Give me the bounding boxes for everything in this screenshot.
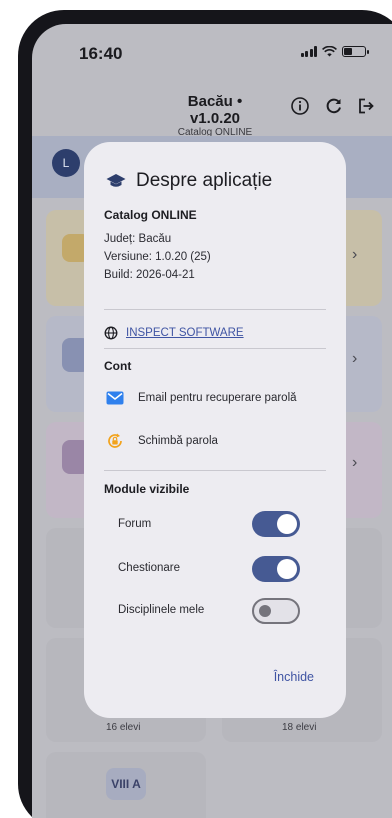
divider: [104, 348, 326, 349]
vendor-link-row[interactable]: INSPECT SOFTWARE: [104, 326, 244, 340]
logout-button[interactable]: [354, 94, 378, 118]
divider: [104, 470, 326, 471]
refresh-icon: [326, 98, 341, 114]
module-label-disciplinele: Disciplinele mele: [118, 604, 205, 616]
forum-toggle[interactable]: [252, 511, 300, 537]
student-count: 16 elevi: [106, 722, 141, 733]
build-info: Build: 2026-04-21: [104, 269, 195, 281]
graduation-cap-icon: [106, 174, 126, 187]
recovery-email-option[interactable]: Email pentru recuperare parolă: [106, 391, 297, 405]
chevron-right-icon: ›: [352, 350, 358, 367]
account-section-title: Cont: [104, 359, 132, 373]
info-icon: [291, 97, 309, 115]
email-icon: [106, 391, 124, 405]
close-button[interactable]: Închide: [274, 670, 314, 684]
modules-section-title: Module vizibile: [104, 482, 190, 496]
class-badge: VIII A: [106, 768, 146, 800]
version-info: Versiune: 1.0.20 (25): [104, 251, 211, 263]
module-label-chestionare: Chestionare: [118, 562, 181, 574]
about-dialog: Despre aplicație Catalog ONLINE Județ: B…: [84, 142, 346, 718]
change-password-label: Schimbă parola: [138, 435, 218, 447]
status-icons: [300, 46, 369, 57]
chevron-right-icon: ›: [352, 246, 358, 263]
app-name: Catalog ONLINE: [104, 208, 197, 222]
county-info: Județ: Bacău: [104, 233, 172, 245]
signal-icon: [300, 46, 317, 57]
chevron-right-icon: ›: [352, 454, 358, 471]
refresh-button[interactable]: [322, 94, 346, 118]
wifi-icon: [322, 46, 337, 57]
status-time: 16:40: [79, 44, 123, 63]
divider: [104, 309, 326, 310]
recovery-email-label: Email pentru recuperare parolă: [138, 392, 297, 404]
module-label-forum: Forum: [118, 518, 152, 530]
toggle-knob: [277, 514, 297, 534]
vendor-link[interactable]: INSPECT SOFTWARE: [126, 327, 244, 339]
logout-icon: [359, 98, 374, 114]
dialog-header: Despre aplicație: [106, 170, 272, 192]
disciplinele-toggle[interactable]: [252, 598, 300, 624]
avatar[interactable]: L: [52, 149, 80, 177]
student-count: 18 elevi: [282, 722, 317, 733]
app-title: Bacău • v1.0.20 Catalog ONLINE: [162, 93, 268, 139]
dialog-title: Despre aplicație: [136, 170, 273, 191]
info-button[interactable]: [288, 94, 312, 118]
change-password-option[interactable]: Schimbă parola: [106, 432, 218, 450]
toggle-knob: [259, 605, 271, 617]
battery-icon: [342, 46, 369, 57]
toggle-knob: [277, 559, 297, 579]
chestionare-toggle[interactable]: [252, 556, 300, 582]
app-title-main: Bacău • v1.0.20: [187, 93, 243, 127]
lock-reset-icon: [108, 433, 122, 448]
globe-icon: [104, 326, 118, 340]
